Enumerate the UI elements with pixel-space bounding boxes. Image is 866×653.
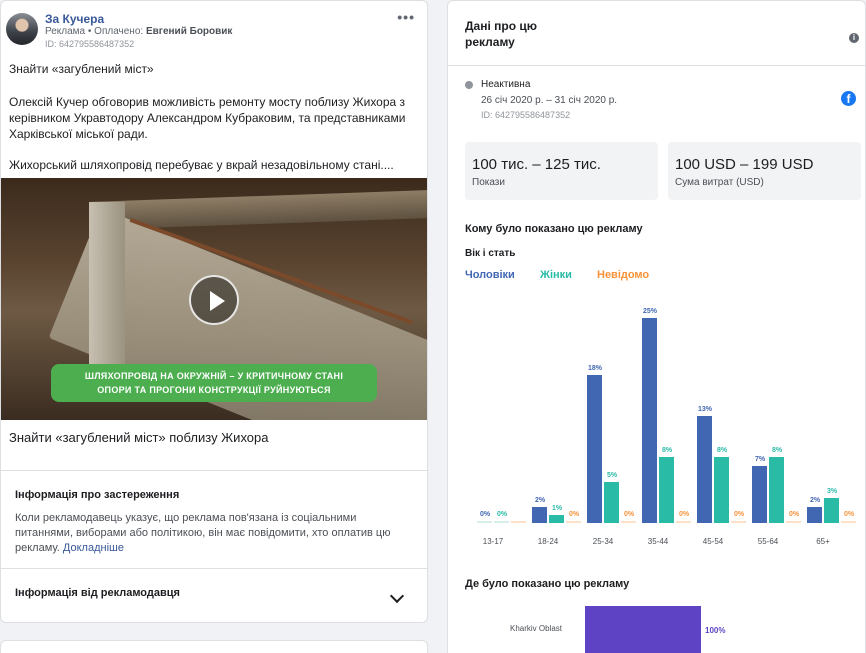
run-dates: 26 січ 2020 р. – 31 січ 2020 р. xyxy=(481,95,618,106)
spend-value: 100 USD – 199 USD xyxy=(675,156,814,173)
ad-preview-card: За Кучера Реклама • Оплачено: Евгений Бо… xyxy=(0,0,428,623)
chart-bar[interactable] xyxy=(714,457,729,523)
chart-bar[interactable] xyxy=(494,521,509,523)
next-card xyxy=(0,640,428,653)
spend-label: Сума витрат (USD) xyxy=(675,177,764,188)
disclaimer-text: Коли рекламодавець указує, що реклама по… xyxy=(15,511,405,556)
chart-bar[interactable] xyxy=(659,457,674,523)
chart-bar-label: 8% xyxy=(716,447,728,455)
chart-bar[interactable] xyxy=(642,318,657,523)
chart-tick-label: 65+ xyxy=(816,537,830,546)
info-icon[interactable]: i xyxy=(849,33,859,43)
audience-title: Кому було показано цю рекламу xyxy=(465,223,643,235)
ad-text-headline: Знайти «загублений міст» xyxy=(9,62,154,76)
chart-bar-label: 0% xyxy=(678,511,690,518)
sponsor-name: Евгений Боровик xyxy=(145,26,233,37)
chart-bar-label: 0% xyxy=(788,511,800,518)
link-title[interactable]: Знайти «загублений міст» поблизу Жихора xyxy=(9,430,269,445)
age-gender-title: Вік і стать xyxy=(465,248,516,259)
chart-tick-label: 45-54 xyxy=(702,537,724,546)
chart-bar-label: 5% xyxy=(606,472,618,479)
chevron-down-icon[interactable] xyxy=(389,588,405,604)
chart-tick-label: 25-34 xyxy=(592,537,614,546)
age-gender-chart: 0% 0% 13-17 2% 1% 0% 18-24 18% 5% 0% 25-34 25% 8% 0% 3… xyxy=(465,286,865,551)
ad-video[interactable]: ШЛЯХОПРОВІД НА ОКРУЖНІЙ – У КРИТИЧНОМУ С… xyxy=(1,178,427,420)
chart-tick-label: 55-64 xyxy=(757,537,779,546)
chart-bar-label: 7% xyxy=(754,455,766,463)
chart-bar[interactable] xyxy=(549,514,564,523)
chart-bar-label: 2% xyxy=(534,496,546,504)
sponsor-line: Реклама • Оплачено: Евгений Боровик xyxy=(45,26,232,37)
region-title: Де було показано цю рекламу xyxy=(465,578,630,590)
page-name-link[interactable]: За Кучера xyxy=(45,12,104,26)
chart-bar[interactable] xyxy=(769,457,784,523)
chart-bar[interactable] xyxy=(566,521,581,523)
chart-tick-label: 18-24 xyxy=(537,537,559,546)
chart-bar-label: 2% xyxy=(809,496,821,504)
video-caption-line-1: ШЛЯХОПРОВІД НА ОКРУЖНІЙ – У КРИТИЧНОМУ С… xyxy=(84,371,344,381)
divider xyxy=(1,470,427,471)
chart-tick-label: 13-17 xyxy=(482,537,504,546)
video-frame-detail xyxy=(89,202,125,372)
ad-header: За Кучера Реклама • Оплачено: Евгений Бо… xyxy=(1,1,427,55)
status-text: Неактивна xyxy=(481,79,531,90)
chart-bar[interactable] xyxy=(786,521,801,523)
details-title: Дані про цю рекламу xyxy=(465,19,538,49)
chart-bar-label: 8% xyxy=(771,447,783,455)
chart-tick-label: 35-44 xyxy=(647,537,669,546)
advertiser-info-title[interactable]: Інформація від рекламодавця xyxy=(15,587,180,599)
ad-details-card: Дані про цю рекламу i Неактивна 26 січ 2… xyxy=(447,0,866,653)
play-icon[interactable] xyxy=(189,275,239,325)
chart-bar-label: 25% xyxy=(642,308,657,315)
chart-bar-label: 18% xyxy=(587,365,602,373)
chart-bar-label: 13% xyxy=(697,406,712,414)
chart-bar[interactable] xyxy=(752,465,767,523)
disclaimer-title: Інформація про застереження xyxy=(15,489,180,501)
impressions-value: 100 тис. – 125 тис. xyxy=(472,156,601,173)
region-bar xyxy=(585,606,701,653)
chart-bar[interactable] xyxy=(532,506,547,523)
chart-bar-label: 0% xyxy=(496,511,508,518)
legend-unknown[interactable]: Невідомо xyxy=(597,269,649,281)
chart-bar-label: 8% xyxy=(661,447,673,455)
chart-bar[interactable] xyxy=(511,521,526,523)
ad-text-more: Жихорський шляхопровід перебуває у вкрай… xyxy=(9,158,394,172)
more-options-icon[interactable]: ••• xyxy=(397,9,415,25)
chart-bar[interactable] xyxy=(807,506,822,523)
chart-bar[interactable] xyxy=(731,521,746,523)
chart-bar[interactable] xyxy=(477,521,492,523)
impressions-label: Покази xyxy=(472,177,505,188)
impressions-box: 100 тис. – 125 тис. Покази xyxy=(465,142,658,200)
chart-bar[interactable] xyxy=(697,416,712,523)
region-percent: 100% xyxy=(705,626,726,635)
chart-bar-label: 3% xyxy=(826,488,838,496)
spend-box: 100 USD – 199 USD Сума витрат (USD) xyxy=(668,142,861,200)
facebook-icon: f xyxy=(841,91,856,106)
learn-more-link[interactable]: Докладніше xyxy=(63,542,124,554)
region-label: Kharkiv Oblast xyxy=(510,624,563,633)
chart-bar[interactable] xyxy=(676,521,691,523)
page-avatar[interactable] xyxy=(6,13,38,45)
chart-bar[interactable] xyxy=(841,521,856,523)
legend-women[interactable]: Жінки xyxy=(540,269,572,281)
chart-bar-label: 0% xyxy=(623,511,635,518)
chart-bar[interactable] xyxy=(824,498,839,523)
sponsor-prefix: Реклама • Оплачено: xyxy=(45,26,144,37)
chart-bar[interactable] xyxy=(587,375,602,523)
chart-bar-label: 0% xyxy=(733,511,745,518)
ad-id: ID: 642795586487352 xyxy=(481,110,571,120)
divider xyxy=(1,568,427,569)
legend-men[interactable]: Чоловіки xyxy=(465,269,515,281)
ad-text-body: Олексій Кучер обговорив можливість ремон… xyxy=(9,95,406,141)
video-caption-line-2: ОПОРИ ТА ПРОГОНИ КОНСТРУКЦІЇ РУЙНУЮТЬСЯ xyxy=(97,385,331,395)
chart-bar[interactable] xyxy=(604,482,619,523)
chart-bar-label: 0% xyxy=(843,511,855,518)
ad-id: ID: 642795586487352 xyxy=(45,39,135,49)
chart-bar-label: 0% xyxy=(568,511,580,518)
video-caption-banner: ШЛЯХОПРОВІД НА ОКРУЖНІЙ – У КРИТИЧНОМУ С… xyxy=(51,364,377,402)
status-dot-icon xyxy=(465,81,473,89)
chart-bar[interactable] xyxy=(621,521,636,523)
divider xyxy=(448,65,865,66)
